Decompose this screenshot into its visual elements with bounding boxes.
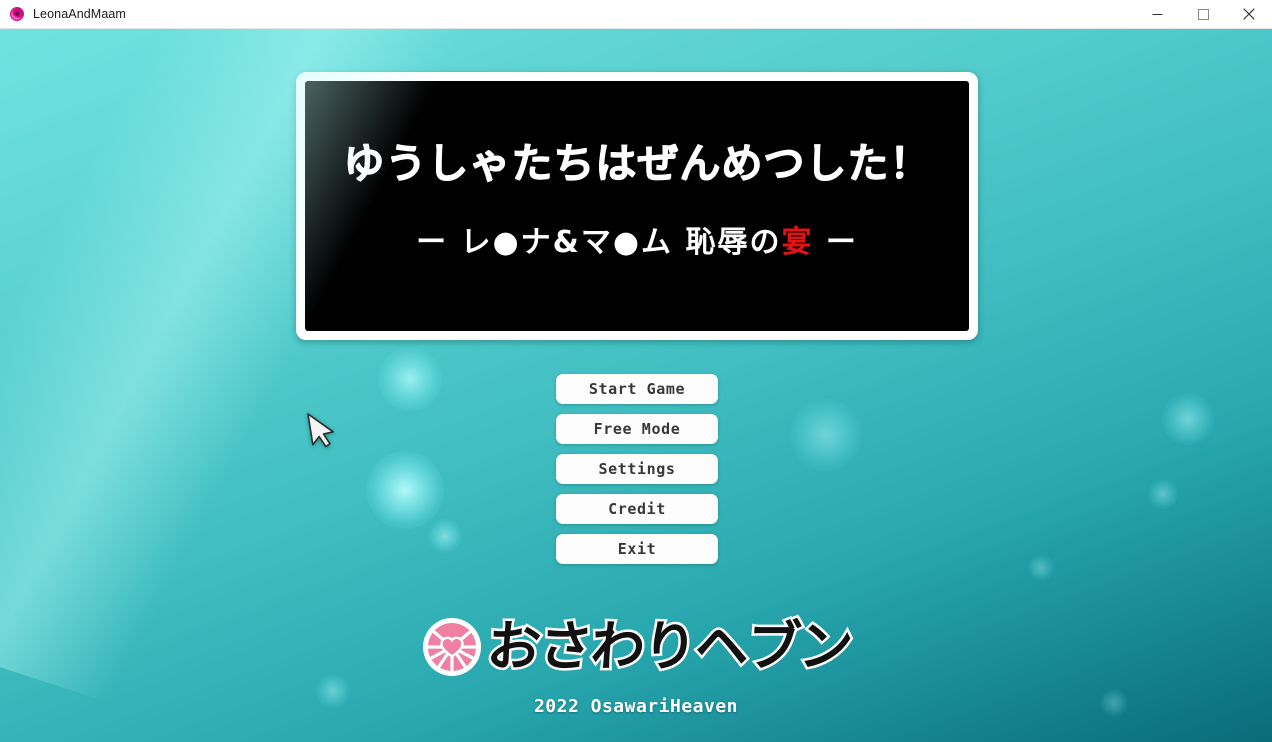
bubble-decoration [378,347,442,411]
app-swirl-icon [9,6,25,22]
bubble-decoration [366,451,444,529]
bubble-decoration [428,519,462,553]
mouse-cursor-icon [305,412,335,454]
menu-button-settings[interactable]: Settings [556,454,718,484]
copyright-text: 2022 OsawariHeaven [533,696,739,717]
bubble-decoration [1028,555,1054,581]
subtitle-prefix: ー レ●ナ&マ●ム 恥辱の [416,225,782,260]
heart-sunburst-icon [421,616,483,678]
subtitle-accent: 宴 [781,225,814,260]
menu-button-free-mode[interactable]: Free Mode [556,414,718,444]
bubble-decoration [1162,393,1214,445]
title-card: ゆうしゃたちはぜんめつした！ ー レ●ナ&マ●ム 恥辱の宴 ー [296,72,978,340]
menu-button-start-game[interactable]: Start Game [556,374,718,404]
maximize-button[interactable] [1180,0,1226,29]
bubble-decoration [1148,479,1178,509]
menu-button-credit[interactable]: Credit [556,494,718,524]
game-title-text: ゆうしゃたちはぜんめつした！ [343,139,931,187]
minimize-button[interactable] [1134,0,1180,29]
game-stage: ゆうしゃたちはぜんめつした！ ー レ●ナ&マ●ム 恥辱の宴 ー Start Ga… [0,29,1272,742]
window-titlebar: LeonaAndMaam [0,0,1272,29]
window-title: LeonaAndMaam [33,7,126,21]
game-subtitle: ー レ●ナ&マ●ム 恥辱の宴 ー [305,228,969,258]
main-menu: Start Game Free Mode Settings Credit Exi… [556,374,718,574]
brand-block: おさわりヘブン 2022 OsawariHeaven [0,604,1272,717]
close-button[interactable] [1226,0,1272,29]
menu-button-exit[interactable]: Exit [556,534,718,564]
brand-logo: おさわりヘブン [421,604,856,690]
subtitle-suffix: ー [813,225,858,260]
brand-logo-text: おさわりヘブン [482,613,855,681]
title-card-panel: ゆうしゃたちはぜんめつした！ ー レ●ナ&マ●ム 恥辱の宴 ー [305,81,969,331]
game-window: LeonaAndMaam ゆうしゃたちはぜんめつした！ ー レ●ナ&マ●ム 恥辱… [0,0,1272,742]
bubble-decoration [790,399,862,471]
